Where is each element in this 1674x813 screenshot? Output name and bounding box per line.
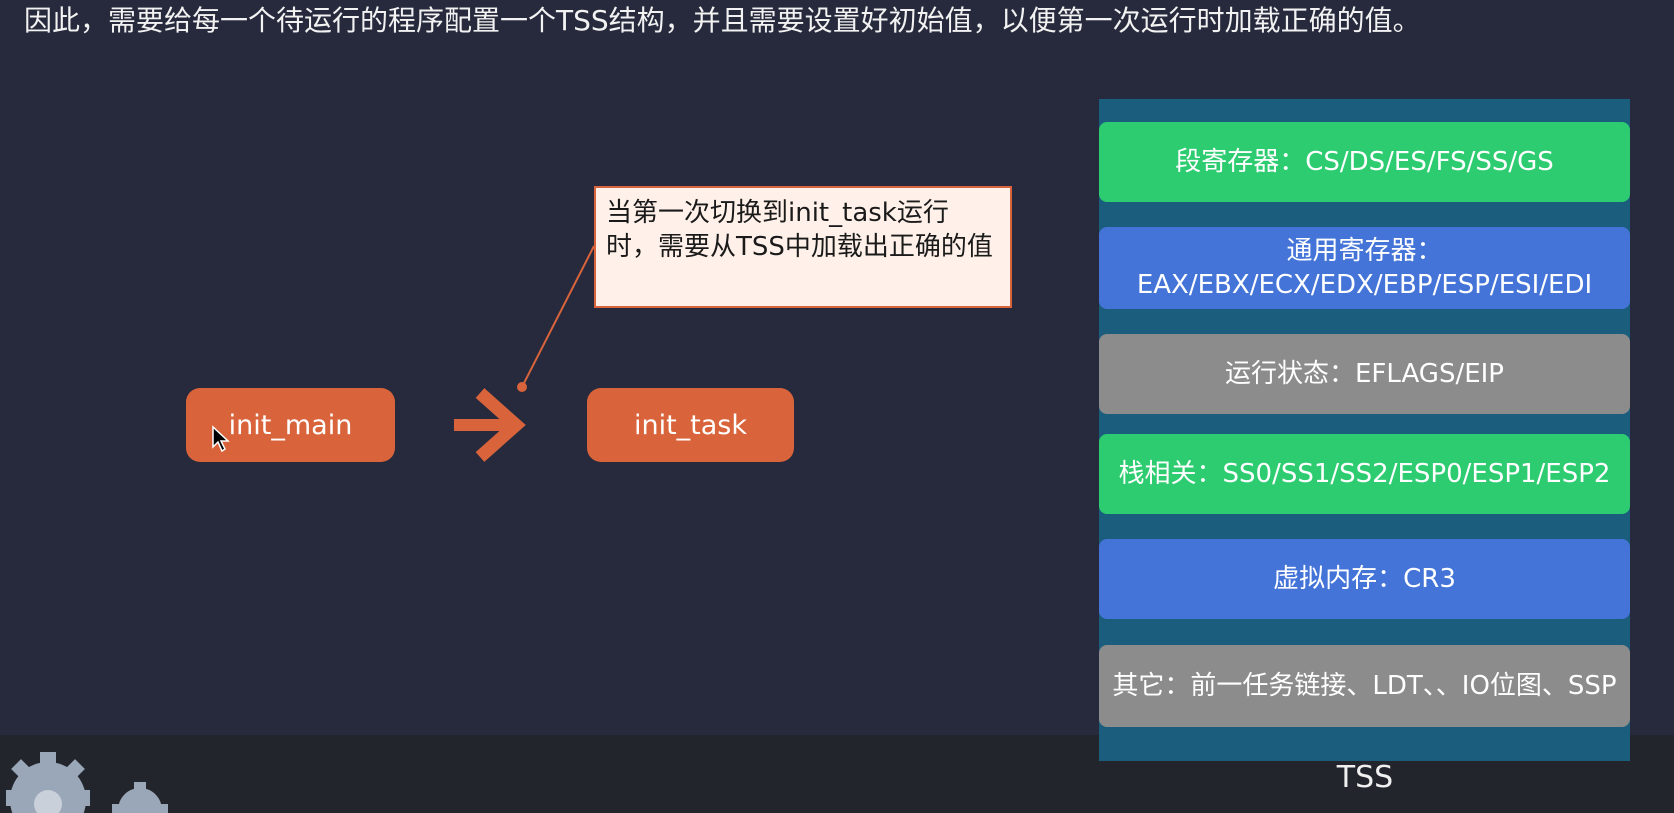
callout-note: 当第一次切换到init_task运行时，需要从TSS中加载出正确的值 — [594, 186, 1012, 308]
init-main-label: init_main — [228, 409, 353, 441]
gears-icon — [6, 752, 168, 813]
init-task-node: init_task — [587, 388, 794, 462]
tss-row-text: 虚拟内存：CR3 — [1273, 564, 1456, 594]
mouse-cursor-icon — [212, 425, 230, 453]
tss-row-text: 通用寄存器：EAX/EBX/ECX/EDX/EBP/ESP/ESI/EDI — [1136, 236, 1593, 300]
tss-row-text: 栈相关：SS0/SS1/SS2/ESP0/ESP1/ESP2 — [1118, 459, 1611, 489]
flow-arrow-icon — [454, 388, 526, 462]
tss-row-text: 段寄存器：CS/DS/ES/FS/SS/GS — [1175, 147, 1554, 177]
callout-text: 当第一次切换到init_task运行时，需要从TSS中加载出正确的值 — [606, 198, 993, 262]
slide-caption: 因此，需要给每一个待运行的程序配置一个TSS结构，并且需要设置好初始值，以便第一… — [24, 4, 1421, 37]
tss-row-text: 运行状态：EFLAGS/EIP — [1225, 359, 1504, 389]
tss-row-stack: 栈相关：SS0/SS1/SS2/ESP0/ESP1/ESP2 — [1099, 434, 1630, 514]
tss-row-virtual-memory: 虚拟内存：CR3 — [1099, 539, 1630, 619]
tss-row-run-state: 运行状态：EFLAGS/EIP — [1099, 334, 1630, 414]
tss-label: TSS — [1336, 760, 1394, 795]
tss-row-general-registers: 通用寄存器：EAX/EBX/ECX/EDX/EBP/ESP/ESI/EDI — [1099, 227, 1630, 309]
tss-row-text: 其它：前一任务链接、LDT、、IO位图、SSP — [1112, 671, 1617, 701]
tss-row-segment-registers: 段寄存器：CS/DS/ES/FS/SS/GS — [1099, 122, 1630, 202]
init-task-label: init_task — [633, 409, 748, 441]
tss-row-other: 其它：前一任务链接、LDT、、IO位图、SSP — [1099, 645, 1630, 727]
